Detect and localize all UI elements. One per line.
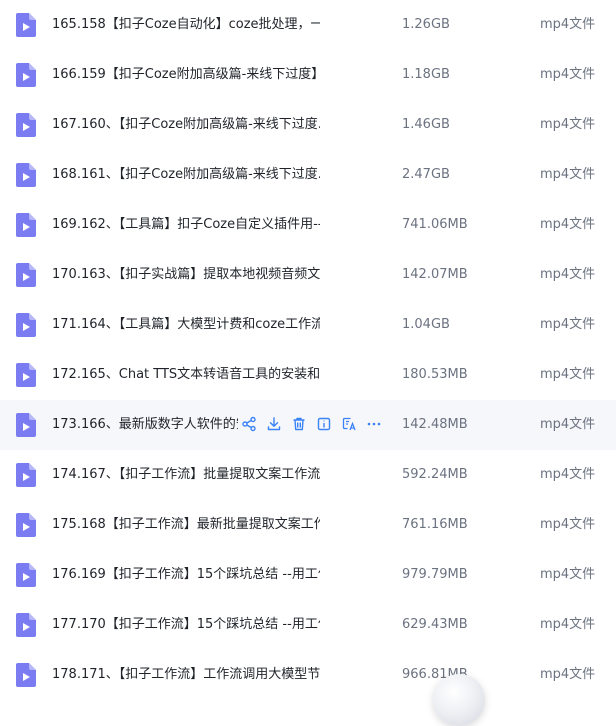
- file-name[interactable]: 173.166、最新版数字人软件的安装: [52, 400, 238, 450]
- video-file-icon: [16, 463, 36, 487]
- translate-icon[interactable]: [340, 415, 358, 433]
- file-size: 741.06MB: [402, 217, 468, 232]
- video-file-icon: [16, 363, 36, 387]
- video-file-icon: [16, 263, 36, 287]
- file-name[interactable]: 169.162、【工具篇】扣子Coze自定义插件用--...: [52, 200, 320, 250]
- list-item[interactable]: 172.165、Chat TTS文本转语音工具的安装和使... 180.53MB…: [0, 350, 616, 400]
- file-size: 1.18GB: [402, 67, 450, 82]
- file-type: mp4文件: [540, 617, 596, 632]
- file-name[interactable]: 170.163、【扣子实战篇】提取本地视频音频文...: [52, 250, 320, 300]
- file-type: mp4文件: [540, 417, 596, 432]
- video-file-icon: [16, 13, 36, 37]
- floating-assistant-button[interactable]: [433, 674, 485, 726]
- file-size: 2.47GB: [402, 167, 450, 182]
- file-name[interactable]: 174.167、【扣子工作流】批量提取文案工作流...: [52, 450, 320, 500]
- file-type: mp4文件: [540, 317, 596, 332]
- video-file-icon: [16, 613, 36, 637]
- list-item[interactable]: 168.161、【扣子Coze附加高级篇-来线下过度... 2.47GB mp4…: [0, 150, 616, 200]
- row-actions: [240, 415, 383, 435]
- list-item[interactable]: 165.158【扣子Coze自动化】coze批处理，一... 1.26GB mp…: [0, 0, 616, 50]
- video-file-icon: [16, 513, 36, 537]
- video-file-icon: [16, 413, 36, 437]
- list-item[interactable]: 178.171、【扣子工作流】工作流调用大模型节... 966.81MB mp4…: [0, 650, 616, 691]
- file-size: 629.43MB: [402, 617, 468, 632]
- list-item[interactable]: 174.167、【扣子工作流】批量提取文案工作流... 592.24MB mp4…: [0, 450, 616, 500]
- file-name[interactable]: 177.170【扣子工作流】15个踩坑总结 --用工作...: [52, 600, 320, 650]
- file-type: mp4文件: [540, 267, 596, 282]
- list-item[interactable]: 166.159【扣子Coze附加高级篇-来线下过度】3... 1.18GB mp…: [0, 50, 616, 100]
- file-type: mp4文件: [540, 17, 596, 32]
- list-item[interactable]: 170.163、【扣子实战篇】提取本地视频音频文... 142.07MB mp4…: [0, 250, 616, 300]
- list-item[interactable]: 176.169【扣子工作流】15个踩坑总结 --用工作... 979.79MB …: [0, 550, 616, 600]
- video-file-icon: [16, 163, 36, 187]
- video-file-icon: [16, 213, 36, 237]
- file-size: 1.04GB: [402, 317, 450, 332]
- list-item-hovered[interactable]: 173.166、最新版数字人软件的安装 142.48MB mp4文件: [0, 400, 616, 450]
- file-type: mp4文件: [540, 667, 596, 682]
- video-file-icon: [16, 63, 36, 87]
- file-name[interactable]: 171.164、【工具篇】大模型计费和coze工作流...: [52, 300, 320, 350]
- info-icon[interactable]: [315, 415, 333, 433]
- share-icon[interactable]: [240, 415, 258, 433]
- file-size: 180.53MB: [402, 367, 468, 382]
- video-file-icon: [16, 563, 36, 587]
- video-file-icon: [16, 663, 36, 687]
- file-name[interactable]: 178.171、【扣子工作流】工作流调用大模型节...: [52, 650, 320, 691]
- file-name[interactable]: 168.161、【扣子Coze附加高级篇-来线下过度...: [52, 150, 320, 200]
- video-file-icon: [16, 313, 36, 337]
- video-file-icon: [16, 113, 36, 137]
- file-size: 1.46GB: [402, 117, 450, 132]
- file-name[interactable]: 165.158【扣子Coze自动化】coze批处理，一...: [52, 0, 320, 50]
- download-icon[interactable]: [265, 415, 283, 433]
- file-type: mp4文件: [540, 117, 596, 132]
- file-type: mp4文件: [540, 67, 596, 82]
- file-type: mp4文件: [540, 167, 596, 182]
- file-type: mp4文件: [540, 367, 596, 382]
- file-name[interactable]: 172.165、Chat TTS文本转语音工具的安装和使...: [52, 350, 320, 400]
- more-icon[interactable]: [365, 415, 383, 433]
- file-type: mp4文件: [540, 217, 596, 232]
- file-type: mp4文件: [540, 517, 596, 532]
- file-size: 761.16MB: [402, 517, 468, 532]
- file-name[interactable]: 166.159【扣子Coze附加高级篇-来线下过度】3...: [52, 50, 320, 100]
- file-size: 1.26GB: [402, 17, 450, 32]
- list-item[interactable]: 167.160、【扣子Coze附加高级篇-来线下过度... 1.46GB mp4…: [0, 100, 616, 150]
- file-name[interactable]: 175.168【扣子工作流】最新批量提取文案工作...: [52, 500, 320, 550]
- file-type: mp4文件: [540, 467, 596, 482]
- list-item[interactable]: 177.170【扣子工作流】15个踩坑总结 --用工作... 629.43MB …: [0, 600, 616, 650]
- list-item[interactable]: 171.164、【工具篇】大模型计费和coze工作流... 1.04GB mp4…: [0, 300, 616, 350]
- file-type: mp4文件: [540, 567, 596, 582]
- list-item[interactable]: 175.168【扣子工作流】最新批量提取文案工作... 761.16MB mp4…: [0, 500, 616, 550]
- file-size: 142.07MB: [402, 267, 468, 282]
- file-size: 142.48MB: [402, 417, 468, 432]
- list-item[interactable]: 169.162、【工具篇】扣子Coze自定义插件用--... 741.06MB …: [0, 200, 616, 250]
- delete-icon[interactable]: [290, 415, 308, 433]
- file-name[interactable]: 176.169【扣子工作流】15个踩坑总结 --用工作...: [52, 550, 320, 600]
- file-size: 979.79MB: [402, 567, 468, 582]
- file-size: 592.24MB: [402, 467, 468, 482]
- file-name[interactable]: 167.160、【扣子Coze附加高级篇-来线下过度...: [52, 100, 320, 150]
